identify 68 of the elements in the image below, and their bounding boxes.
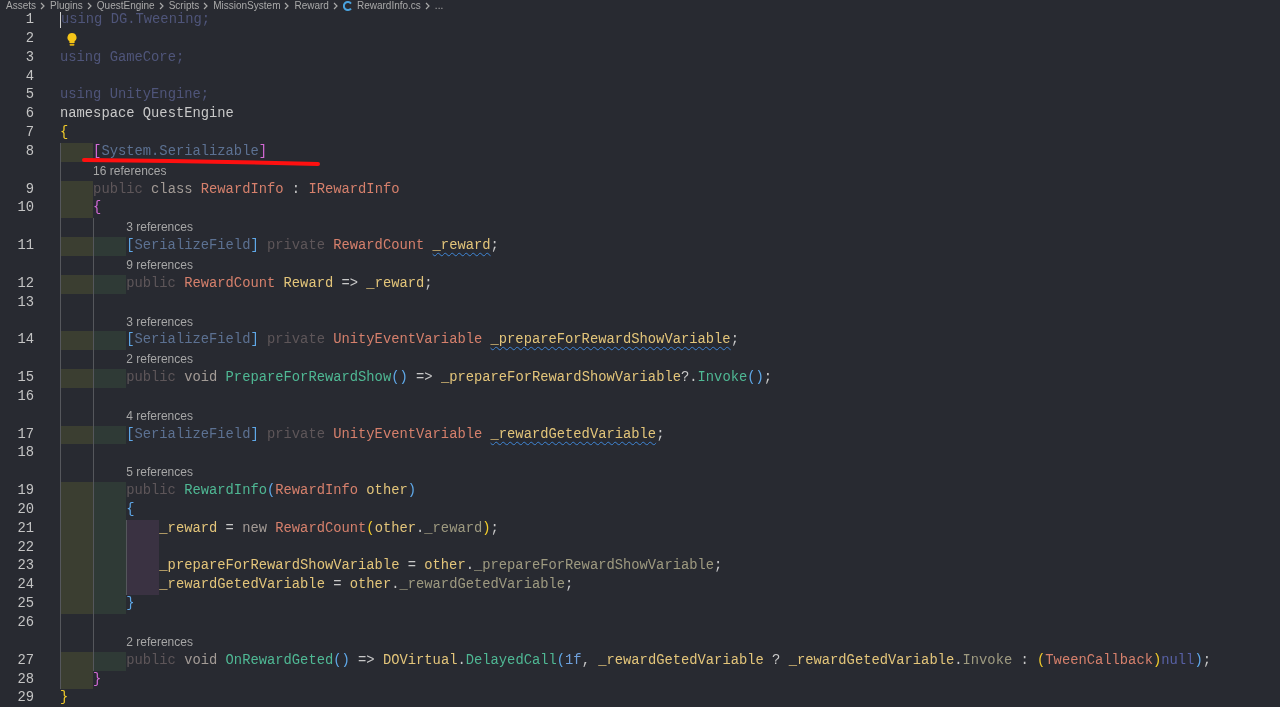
line-number: 13 (16, 293, 34, 312)
line-number: 5 (24, 86, 34, 105)
line-number: 21 (16, 519, 34, 538)
csharp-file-icon (342, 0, 353, 11)
reference-count-link[interactable]: 2 references (126, 350, 193, 370)
reference-count-link[interactable]: 3 references (126, 218, 193, 238)
reference-count-link[interactable]: 3 references (126, 312, 193, 332)
line-number: 7 (24, 124, 34, 143)
chevron-icon (332, 1, 339, 10)
line-number: 23 (16, 557, 34, 576)
line-number: 6 (24, 105, 34, 124)
line-number: 1 (24, 11, 34, 29)
line-number: 24 (16, 576, 34, 595)
line-number: 20 (16, 500, 34, 519)
breadcrumb-item[interactable]: MissionSystem (213, 0, 281, 11)
chevron-icon (40, 1, 46, 10)
chevron-icon (158, 1, 165, 10)
line-number: 19 (16, 482, 34, 501)
chevron-icon (203, 1, 210, 10)
breadcrumb-item[interactable]: Reward (294, 0, 329, 11)
line-number: 14 (16, 331, 34, 350)
line-number: 8 (24, 142, 34, 161)
breadcrumb-item[interactable]: QuestEngine (96, 0, 155, 11)
line-number: 25 (16, 595, 34, 614)
reference-count-link[interactable]: 2 references (126, 632, 193, 652)
code-line: { (93, 199, 102, 218)
code-line: using GameCore; (60, 48, 185, 67)
breadcrumb-item[interactable]: RewardInfo.cs (356, 0, 421, 11)
breadcrumb-item[interactable]: Plugins (50, 0, 83, 11)
line-number: 22 (16, 538, 34, 557)
line-number: 26 (16, 614, 34, 632)
line-number: 16 (16, 387, 34, 406)
code-line: using DG.Tweening; (61, 12, 211, 29)
code-line: [System.Serializable] (93, 142, 267, 161)
line-number: 2 (24, 29, 34, 48)
line-number: 17 (16, 425, 34, 444)
line-number: 9 (24, 180, 34, 199)
code-line: _prepareForRewardShowVariable = other._prepareForRewardShowVariable; (159, 557, 723, 576)
chevron-icon (424, 1, 431, 10)
line-number: 3 (24, 48, 34, 67)
breadcrumb-item[interactable]: Scripts (168, 0, 200, 11)
lightbulb-icon[interactable] (65, 31, 79, 47)
line-number: 10 (16, 199, 34, 218)
code-line: { (60, 124, 69, 143)
reference-count-link[interactable]: 5 references (126, 463, 193, 483)
line-number: 18 (16, 444, 34, 463)
code-line: } (93, 670, 102, 689)
breadcrumb-more[interactable]: ... (434, 0, 444, 11)
line-number: 12 (16, 274, 34, 293)
code-line: } (60, 689, 69, 707)
reference-count-link[interactable]: 16 references (93, 161, 167, 181)
line-number: 27 (16, 651, 34, 670)
code-line: _rewardGetedVariable = other._rewardGetedVariable; (159, 576, 574, 595)
reference-count-link[interactable]: 4 references (126, 406, 193, 426)
reference-count-link[interactable]: 9 references (126, 255, 193, 275)
line-number: 29 (16, 689, 34, 707)
code-line: using UnityEngine; (60, 86, 210, 105)
line-number: 11 (16, 237, 34, 256)
line-number: 15 (16, 369, 34, 388)
code-line: _reward = new RewardCount(other._reward); (159, 519, 499, 538)
code-line: namespace QuestEngine (60, 105, 234, 124)
chevron-icon (284, 1, 291, 10)
breadcrumb-item[interactable]: Assets (6, 0, 36, 11)
line-number: 28 (16, 670, 34, 689)
line-number: 4 (24, 67, 34, 86)
code-line: { (126, 500, 135, 519)
code-line: } (126, 595, 135, 614)
chevron-icon (86, 1, 93, 10)
